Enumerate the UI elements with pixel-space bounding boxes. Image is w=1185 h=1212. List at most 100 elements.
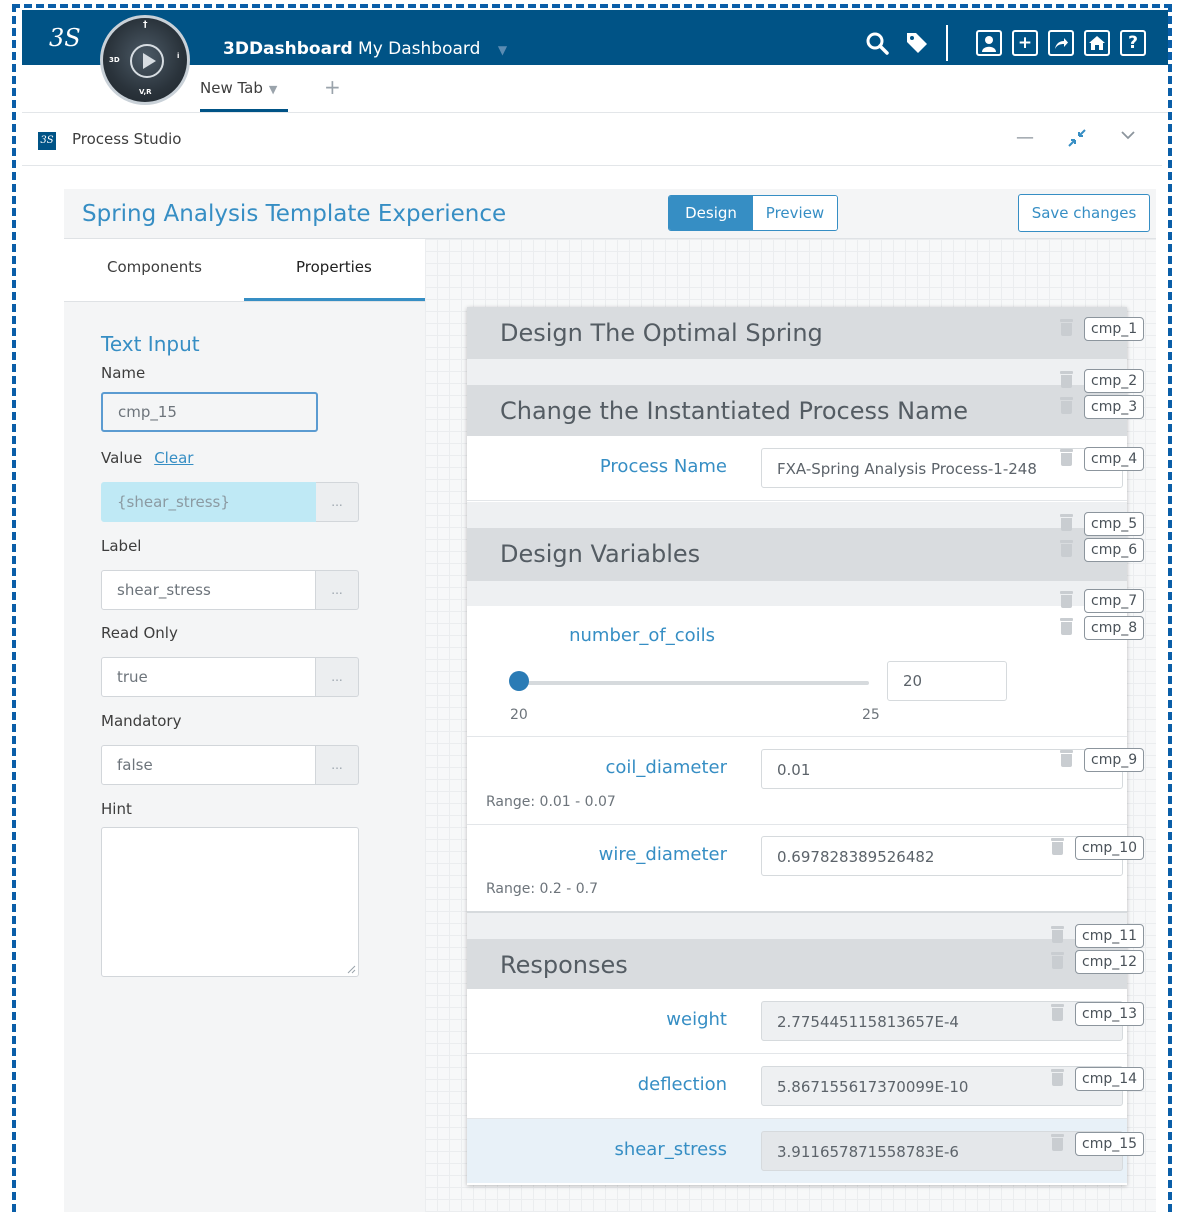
component-id-tag[interactable]: cmp_14 <box>1075 1067 1145 1091</box>
delete-icon[interactable] <box>1060 397 1073 414</box>
value-picker-button[interactable]: ... <box>316 482 359 522</box>
help-icon[interactable]: ? <box>1120 30 1146 56</box>
delete-icon[interactable] <box>1051 926 1064 943</box>
chevron-down-icon[interactable] <box>1120 127 1136 148</box>
value-label-row: Value Clear <box>101 449 193 467</box>
component-id-tag[interactable]: cmp_5 <box>1084 512 1145 536</box>
tab-new-tab[interactable]: New Tab ▼ <box>200 79 277 97</box>
delete-icon[interactable] <box>1060 449 1073 466</box>
add-tab-icon[interactable]: + <box>324 75 341 99</box>
component-id-tag[interactable]: cmp_11 <box>1075 924 1145 948</box>
section-design-header[interactable]: Design The Optimal Spring <box>467 307 1127 359</box>
component-id-tag[interactable]: cmp_12 <box>1075 950 1145 974</box>
spacer-block[interactable] <box>467 913 1127 939</box>
profile-icon[interactable] <box>976 30 1002 56</box>
section-responses-header[interactable]: Responses <box>467 939 1127 989</box>
weight-row[interactable]: weight 2.775445115813657E-4 <box>467 989 1127 1054</box>
label-input[interactable]: shear_stress <box>101 570 316 610</box>
component-id-tag[interactable]: cmp_8 <box>1084 616 1145 640</box>
delete-icon[interactable] <box>1060 591 1073 608</box>
3ds-logo-icon[interactable]: 3S <box>46 20 86 56</box>
delete-icon[interactable] <box>1051 838 1064 855</box>
component-id-tag[interactable]: cmp_4 <box>1084 447 1145 471</box>
coils-value-input[interactable]: 20 <box>887 661 1007 701</box>
delete-icon[interactable] <box>1060 618 1073 635</box>
section-title: Change the Instantiated Process Name <box>500 397 968 425</box>
delete-icon[interactable] <box>1060 371 1073 388</box>
coil-diameter-row[interactable]: coil_diameter 0.01 Range: 0.01 - 0.07 <box>467 737 1127 825</box>
spacer-block[interactable] <box>467 502 1127 528</box>
delete-icon[interactable] <box>1060 319 1073 336</box>
page-title: Spring Analysis Template Experience <box>82 201 507 227</box>
resize-handle-icon[interactable] <box>346 964 356 974</box>
shear-stress-output[interactable]: 3.911657871558783E-6 <box>761 1131 1123 1171</box>
collapse-arrows-icon[interactable] <box>1066 127 1088 154</box>
home-icon[interactable] <box>1084 30 1110 56</box>
add-content-icon[interactable]: + <box>1012 30 1038 56</box>
delete-icon[interactable] <box>1060 540 1073 557</box>
minimize-icon[interactable]: — <box>1016 127 1034 148</box>
read-only-input[interactable]: true <box>101 657 316 697</box>
search-icon[interactable] <box>862 28 892 58</box>
component-id-tag[interactable]: cmp_7 <box>1084 589 1145 613</box>
component-id-tag[interactable]: cmp_15 <box>1075 1132 1145 1156</box>
design-mode-button[interactable]: Design <box>669 196 753 230</box>
hint-textarea[interactable] <box>101 827 359 977</box>
deflection-label: deflection <box>637 1074 727 1095</box>
hint-label: Hint <box>101 800 132 818</box>
chevron-down-icon[interactable]: ▼ <box>498 43 507 57</box>
weight-output[interactable]: 2.775445115813657E-4 <box>761 1001 1123 1041</box>
deflection-row[interactable]: deflection 5.867155617370099E-10 <box>467 1054 1127 1119</box>
left-panel-tabs: Components Properties <box>64 239 425 302</box>
name-input[interactable]: cmp_15 <box>101 392 318 432</box>
deflection-output[interactable]: 5.867155617370099E-10 <box>761 1066 1123 1106</box>
component-id-tag[interactable]: cmp_2 <box>1084 369 1145 393</box>
share-icon[interactable] <box>1048 30 1074 56</box>
form-preview: Design The Optimal Spring Change the Ins… <box>467 307 1145 1185</box>
preview-mode-button[interactable]: Preview <box>753 196 837 230</box>
section-variables-header[interactable]: Design Variables <box>467 528 1127 581</box>
component-id-tag[interactable]: cmp_10 <box>1075 836 1145 860</box>
component-id-tag[interactable]: cmp_3 <box>1084 395 1145 419</box>
delete-icon[interactable] <box>1051 1069 1064 1086</box>
compass-icon[interactable]: 3D i V,R † <box>100 15 190 105</box>
tab-properties[interactable]: Properties <box>296 258 372 276</box>
save-changes-button[interactable]: Save changes <box>1018 194 1150 232</box>
component-id-tag[interactable]: cmp_6 <box>1084 538 1145 562</box>
value-input[interactable]: {shear_stress} <box>101 482 316 522</box>
mandatory-label: Mandatory <box>101 712 182 730</box>
delete-icon[interactable] <box>1051 1134 1064 1151</box>
component-id-tag[interactable]: cmp_1 <box>1084 317 1145 341</box>
wire-diameter-row[interactable]: wire_diameter 0.697828389526482 Range: 0… <box>467 824 1127 913</box>
delete-icon[interactable] <box>1051 1004 1064 1021</box>
top-bar-icons: + ? <box>862 25 1146 61</box>
tab-components[interactable]: Components <box>107 258 202 276</box>
delete-icon[interactable] <box>1051 952 1064 969</box>
coils-slider-thumb[interactable] <box>509 671 529 691</box>
tab-label: New Tab <box>200 79 263 97</box>
chevron-down-icon[interactable]: ▼ <box>269 83 277 96</box>
value-label: Value <box>101 449 143 467</box>
properties-section-title: Text Input <box>101 332 200 356</box>
spacer-block[interactable] <box>467 359 1127 385</box>
read-only-picker-button[interactable]: ... <box>316 657 359 697</box>
section-change-header[interactable]: Change the Instantiated Process Name <box>467 385 1127 436</box>
mandatory-picker-button[interactable]: ... <box>316 745 359 785</box>
delete-icon[interactable] <box>1060 750 1073 767</box>
wire-diameter-input[interactable]: 0.697828389526482 <box>761 836 1123 876</box>
clear-link[interactable]: Clear <box>154 449 193 467</box>
tag-icon[interactable] <box>902 28 932 58</box>
coils-slider-track[interactable] <box>519 681 869 685</box>
process-name-row[interactable]: Process Name FXA-Spring Analysis Process… <box>467 436 1127 501</box>
component-id-tag[interactable]: cmp_9 <box>1084 748 1145 772</box>
spacer-block[interactable] <box>467 581 1127 606</box>
number-of-coils-row[interactable] <box>467 606 1127 737</box>
label-picker-button[interactable]: ... <box>316 570 359 610</box>
process-name-label: Process Name <box>599 456 727 477</box>
mandatory-input[interactable]: false <box>101 745 316 785</box>
component-id-tag[interactable]: cmp_13 <box>1075 1002 1145 1026</box>
delete-icon[interactable] <box>1060 514 1073 531</box>
dashboard-title[interactable]: 3DDashboard My Dashboard ▼ <box>223 36 507 63</box>
shear-stress-row-selected[interactable]: shear_stress 3.911657871558783E-6 <box>467 1119 1127 1183</box>
app-header: Spring Analysis Template Experience Desi… <box>64 189 1156 239</box>
